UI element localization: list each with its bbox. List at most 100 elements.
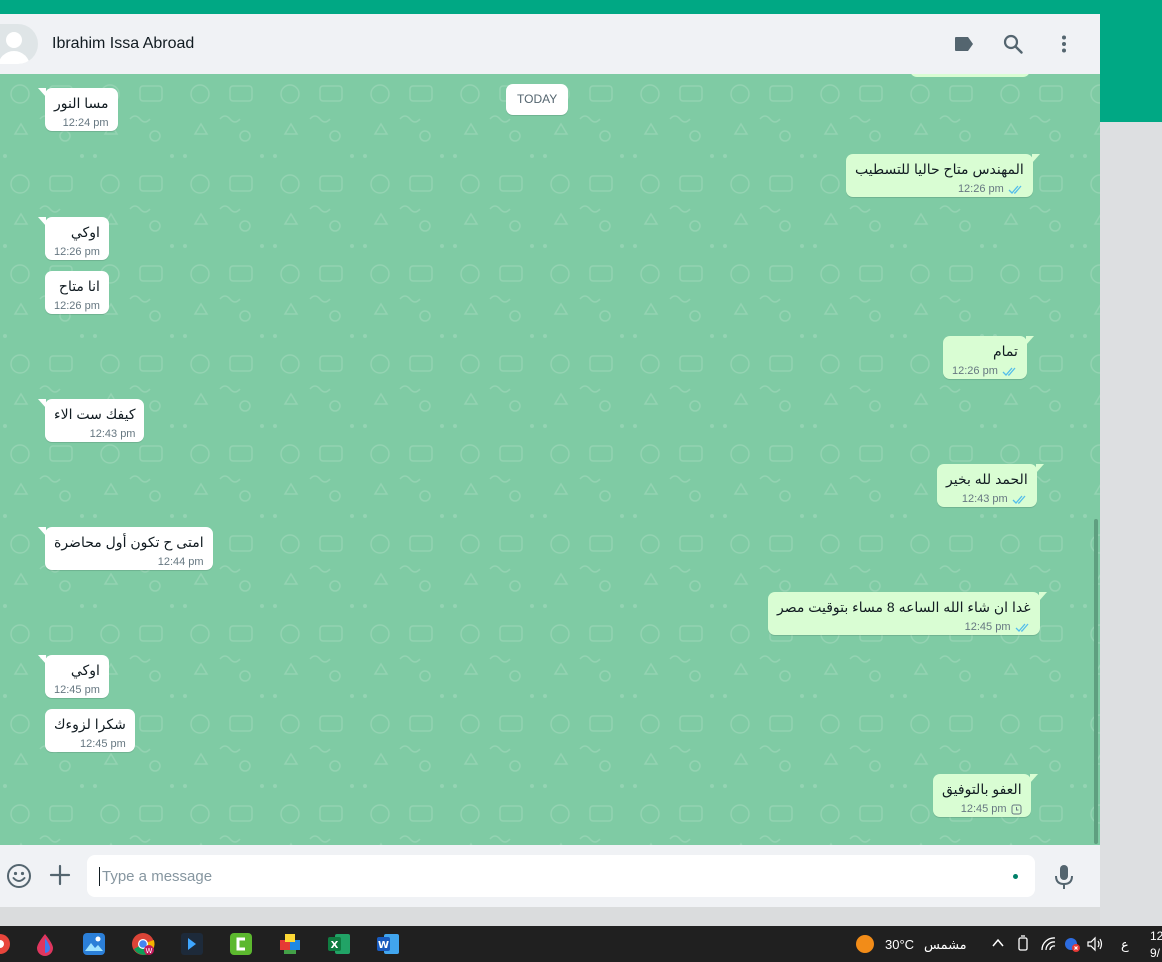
- message-time: 12:45 pm: [79, 738, 126, 750]
- top-accent-strip: [0, 0, 1162, 14]
- message-composer: [0, 845, 1100, 907]
- message-text: اوكي: [70, 224, 100, 240]
- incoming-message[interactable]: مسا النور 12:24 pm: [38, 88, 118, 131]
- previous-message-edge: [910, 74, 1030, 77]
- message-time: 12:45 pm: [964, 621, 1011, 633]
- double-check-icon: [1002, 367, 1016, 376]
- incoming-message[interactable]: كيفك ست الاء 12:43 pm: [37, 399, 145, 442]
- photos-icon[interactable]: [82, 932, 106, 956]
- outgoing-message[interactable]: تمام 12:26 pm: [943, 336, 1034, 379]
- message-list[interactable]: TODAY مسا النور 12:24 pm المهندس متاح حا…: [0, 74, 1100, 845]
- message-meta: 12:45 pm: [54, 736, 126, 752]
- message-text: كيفك ست الاء: [54, 406, 136, 422]
- security-alert-icon[interactable]: [1063, 935, 1081, 953]
- message-meta: 12:43 pm: [946, 491, 1028, 507]
- message-text: انا متاح: [58, 278, 100, 294]
- text-caret: [99, 867, 100, 886]
- menu-icon[interactable]: [1052, 32, 1076, 56]
- incoming-message[interactable]: اوكي 12:45 pm: [38, 655, 109, 698]
- background-panel: [1100, 122, 1162, 926]
- outgoing-message[interactable]: العفو بالتوفيق 12:45 pm: [933, 774, 1038, 817]
- chat-scrollbar[interactable]: [1094, 519, 1098, 844]
- message-time: 12:45 pm: [960, 803, 1007, 815]
- incoming-message[interactable]: امتى ح تكون أول محاضرة 12:44 pm: [38, 527, 213, 570]
- conversation-panel: Ibrahim Issa Abroad TODAY مسا النور 12:2…: [0, 14, 1100, 907]
- colorful-app-icon[interactable]: [278, 932, 302, 956]
- message-meta: 12:26 pm: [54, 298, 100, 314]
- message-text: تمام: [992, 343, 1018, 359]
- message-text: الحمد لله بخير: [946, 471, 1028, 487]
- input-language[interactable]: ع: [1121, 937, 1129, 953]
- svg-text:X: X: [331, 940, 339, 951]
- message-text: غدا ان شاء الله الساعه 8 مساء بتوقيت مصر: [777, 599, 1031, 615]
- message-meta: 12:26 pm: [54, 244, 100, 260]
- avatar-head-shape: [6, 32, 22, 48]
- message-text: اوكي: [70, 662, 100, 678]
- message-meta: 12:26 pm: [855, 181, 1024, 197]
- message-meta: 12:45 pm: [54, 682, 100, 698]
- message-time: 12:26 pm: [952, 365, 998, 377]
- weather-condition[interactable]: مشمس: [924, 937, 967, 953]
- message-text: شكرا لزوءك: [54, 716, 126, 732]
- message-time: 12:26 pm: [54, 300, 100, 312]
- message-meta: 12:26 pm: [952, 363, 1018, 379]
- chrome-icon[interactable]: W: [131, 932, 155, 956]
- outgoing-message[interactable]: غدا ان شاء الله الساعه 8 مساء بتوقيت مصر…: [768, 592, 1047, 635]
- svg-text:W: W: [378, 940, 389, 951]
- message-time: 12:26 pm: [957, 183, 1004, 195]
- message-text: امتى ح تكون أول محاضرة: [54, 534, 204, 550]
- app-icon-partial[interactable]: [0, 932, 12, 956]
- svg-text:W: W: [146, 947, 153, 955]
- message-time: 12:43 pm: [89, 428, 136, 440]
- message-meta: 12:44 pm: [54, 554, 204, 570]
- double-check-icon: [1008, 185, 1022, 194]
- microphone-icon[interactable]: [1052, 864, 1076, 890]
- chevron-up-icon[interactable]: [990, 935, 1006, 951]
- paint-drop-icon[interactable]: [33, 932, 57, 956]
- media-app-icon[interactable]: [180, 932, 204, 956]
- message-input[interactable]: [87, 855, 1035, 897]
- message-time: 12:26 pm: [54, 246, 100, 258]
- label-icon[interactable]: [952, 32, 976, 56]
- double-check-icon: [1012, 495, 1026, 504]
- volume-icon[interactable]: [1086, 935, 1104, 953]
- message-time: 12:45 pm: [54, 684, 100, 696]
- message-text: العفو بالتوفيق: [942, 781, 1022, 797]
- double-check-icon: [1015, 623, 1029, 632]
- date-divider: TODAY: [506, 84, 569, 115]
- message-meta: 12:43 pm: [54, 426, 136, 442]
- windows-taskbar: W X W 30°C مشمس ع 12 9/: [0, 926, 1162, 962]
- camtasia-icon[interactable]: [229, 932, 253, 956]
- message-time: 12:24 pm: [62, 117, 109, 129]
- message-meta: 12:24 pm: [54, 115, 109, 131]
- device-icon[interactable]: [1015, 935, 1031, 953]
- sun-icon[interactable]: [855, 934, 875, 954]
- message-time: 12:43 pm: [961, 493, 1008, 505]
- message-text: مسا النور: [54, 95, 109, 111]
- attach-plus-icon[interactable]: [48, 863, 72, 887]
- status-dot: [1013, 874, 1018, 879]
- clock-time[interactable]: 12: [1150, 929, 1162, 943]
- outgoing-message[interactable]: الحمد لله بخير 12:43 pm: [937, 464, 1044, 507]
- conversation-header[interactable]: Ibrahim Issa Abroad: [0, 14, 1100, 74]
- message-text: المهندس متاح حاليا للتسطيب: [855, 161, 1024, 177]
- contact-name[interactable]: Ibrahim Issa Abroad: [52, 35, 194, 53]
- word-icon[interactable]: W: [376, 932, 400, 956]
- background-accent-block: [1100, 14, 1162, 122]
- clock-date[interactable]: 9/: [1150, 946, 1160, 960]
- clock-pending-icon: [1011, 804, 1022, 814]
- emoji-icon[interactable]: [6, 863, 32, 889]
- incoming-message[interactable]: شكرا لزوءك 12:45 pm: [45, 709, 135, 752]
- outgoing-message[interactable]: المهندس متاح حاليا للتسطيب 12:26 pm: [846, 154, 1040, 197]
- incoming-message[interactable]: انا متاح 12:26 pm: [45, 271, 109, 314]
- search-icon[interactable]: [1001, 32, 1025, 56]
- message-meta: 12:45 pm: [942, 801, 1022, 817]
- message-meta: 12:45 pm: [777, 619, 1031, 635]
- avatar-body-shape: [0, 51, 30, 64]
- wifi-icon[interactable]: [1040, 935, 1058, 953]
- avatar[interactable]: [0, 24, 38, 64]
- incoming-message[interactable]: اوكي 12:26 pm: [38, 217, 109, 260]
- message-time: 12:44 pm: [157, 556, 204, 568]
- weather-temperature[interactable]: 30°C: [885, 937, 914, 952]
- excel-icon[interactable]: X: [327, 932, 351, 956]
